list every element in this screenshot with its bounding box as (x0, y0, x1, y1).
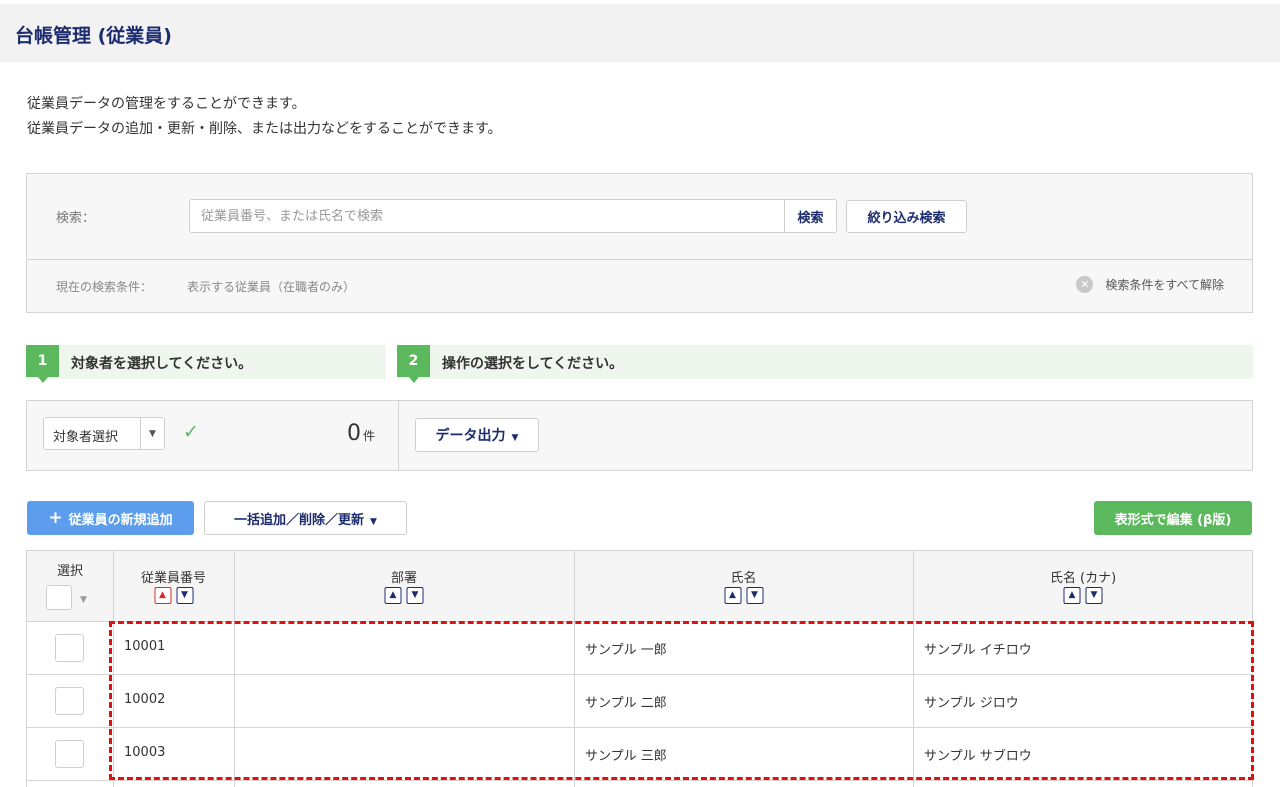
column-header-employee-id: 従業員番号 ▲ ▼ (113, 551, 234, 622)
cell-name: サンプル 二郎 (585, 696, 667, 711)
cell-employee-id: 10003 (124, 745, 166, 760)
select-column-header: 選択 ▼ (27, 551, 113, 622)
sort-controls: ▲ ▼ (384, 587, 424, 604)
description-line-2: 従業員データの追加・更新・削除、または出力などをすることができます。 (27, 121, 502, 137)
bulk-operation-button[interactable]: 一括追加／削除／更新 ▼ (204, 501, 407, 535)
employee-table: 選択 ▼ 従業員番号 ▲ ▼ 部署 ▲ ▼ 氏名 ▲ ▼ 氏名 (カナ) ▲ ▼… (26, 550, 1253, 787)
page-header: 台帳管理 (従業員) (0, 4, 1280, 62)
search-button[interactable]: 検索 (784, 200, 836, 232)
column-divider (574, 551, 575, 787)
column-divider (113, 551, 114, 787)
target-select-label: 対象者選択 (53, 430, 119, 445)
row-checkbox[interactable] (55, 634, 84, 662)
selected-count-number: 0 (347, 421, 361, 446)
search-input-group: 検索 (189, 199, 837, 233)
table-row[interactable]: 10003 サンプル 三郎 サンプル サブロウ (27, 728, 1252, 781)
bulk-operation-label: 一括追加／削除／更新 (234, 512, 365, 528)
table-edit-beta-button[interactable]: 表形式で編集 (β版) (1094, 501, 1252, 535)
table-row[interactable]: 10002 サンプル 二郎 サンプル ジロウ (27, 675, 1252, 728)
sort-controls: ▲ ▼ (1063, 587, 1103, 604)
add-employee-label: 従業員の新規追加 (68, 512, 173, 528)
search-input[interactable] (190, 200, 784, 232)
cell-name: サンプル 三郎 (585, 749, 667, 764)
step-2-text: 操作の選択をしてください。 (442, 356, 624, 372)
column-header-department: 部署 ▲ ▼ (234, 551, 574, 622)
cell-name: サンプル 一郎 (585, 643, 667, 658)
divider (398, 401, 399, 470)
page-description: 従業員データの管理をすることができます。 従業員データの追加・更新・削除、または… (27, 92, 502, 142)
sort-controls: ▲ ▼ (154, 587, 193, 604)
target-select-dropdown[interactable]: 対象者選択 ▼ (43, 417, 165, 450)
row-checkbox[interactable] (55, 740, 84, 768)
step-1-banner: 1 対象者を選択してください。 (26, 345, 386, 383)
column-label: 氏名 (カナ) (1049, 571, 1117, 586)
cell-name-kana: サンプル サブロウ (924, 749, 1032, 764)
sort-asc-icon[interactable]: ▲ (154, 587, 171, 604)
step-1-number: 1 (26, 345, 59, 383)
cell-name-kana: サンプル ジロウ (924, 696, 1019, 711)
sort-asc-icon[interactable]: ▲ (1063, 587, 1081, 604)
page-title: 台帳管理 (従業員) (15, 25, 172, 47)
clear-all-label: 検索条件をすべて解除 (1105, 278, 1224, 292)
select-header-label: 選択 (56, 564, 83, 579)
caret-down-icon: ▼ (511, 433, 519, 443)
plus-icon: + (48, 507, 63, 528)
clear-all-conditions-link[interactable]: ✕ 検索条件をすべて解除 (1076, 276, 1224, 293)
data-export-button[interactable]: データ出力 ▼ (415, 418, 539, 452)
cell-name-kana: サンプル イチロウ (924, 643, 1032, 658)
step-2-banner: 2 操作の選択をしてください。 (397, 345, 1253, 383)
column-label: 部署 (390, 571, 417, 586)
column-header-name-kana: 氏名 (カナ) ▲ ▼ (913, 551, 1253, 622)
step-1-text: 対象者を選択してください。 (71, 356, 253, 372)
description-line-1: 従業員データの管理をすることができます。 (27, 96, 306, 112)
cell-employee-id: 10002 (124, 692, 166, 707)
current-condition-value: 表示する従業員（在職者のみ） (187, 280, 356, 294)
close-circle-icon: ✕ (1076, 276, 1094, 293)
sort-desc-icon[interactable]: ▼ (406, 587, 424, 604)
data-export-label: データ出力 (435, 428, 506, 444)
caret-down-icon[interactable]: ▼ (80, 595, 87, 605)
selected-count-unit: 件 (363, 429, 376, 443)
table-row[interactable]: 10001 サンプル 一郎 サンプル イチロウ (27, 622, 1252, 675)
search-row: 検索： 検索 絞り込み検索 (27, 174, 1252, 260)
current-condition-label: 現在の検索条件： (56, 280, 153, 294)
column-divider (913, 551, 914, 787)
search-panel: 検索： 検索 絞り込み検索 現在の検索条件： 表示する従業員（在職者のみ） ✕ … (26, 173, 1253, 313)
sort-desc-icon[interactable]: ▼ (176, 587, 193, 604)
table-header: 選択 ▼ 従業員番号 ▲ ▼ 部署 ▲ ▼ 氏名 ▲ ▼ 氏名 (カナ) ▲ ▼ (27, 551, 1252, 622)
column-label: 従業員番号 (140, 571, 206, 586)
filter-search-button[interactable]: 絞り込み検索 (846, 200, 967, 233)
sort-desc-icon[interactable]: ▼ (1085, 587, 1103, 604)
select-all-checkbox[interactable] (46, 585, 72, 610)
sort-controls: ▲ ▼ (724, 587, 763, 604)
search-label: 検索： (56, 211, 96, 226)
sort-desc-icon[interactable]: ▼ (746, 587, 763, 604)
add-employee-button[interactable]: + 従業員の新規追加 (27, 501, 194, 535)
chevron-down-icon: ▼ (140, 418, 164, 449)
caret-down-icon: ▼ (370, 516, 377, 527)
column-divider (234, 551, 235, 787)
column-header-name: 氏名 ▲ ▼ (574, 551, 913, 622)
cell-employee-id: 10001 (124, 639, 166, 654)
check-icon: ✓ (183, 421, 199, 443)
row-checkbox[interactable] (55, 687, 84, 715)
sort-asc-icon[interactable]: ▲ (724, 587, 741, 604)
operations-panel: 対象者選択 ▼ ✓ 0件 データ出力 ▼ (26, 400, 1253, 471)
step-2-number: 2 (397, 345, 430, 383)
column-label: 氏名 (730, 571, 757, 586)
sort-asc-icon[interactable]: ▲ (384, 587, 402, 604)
selected-count: 0件 (347, 421, 375, 446)
